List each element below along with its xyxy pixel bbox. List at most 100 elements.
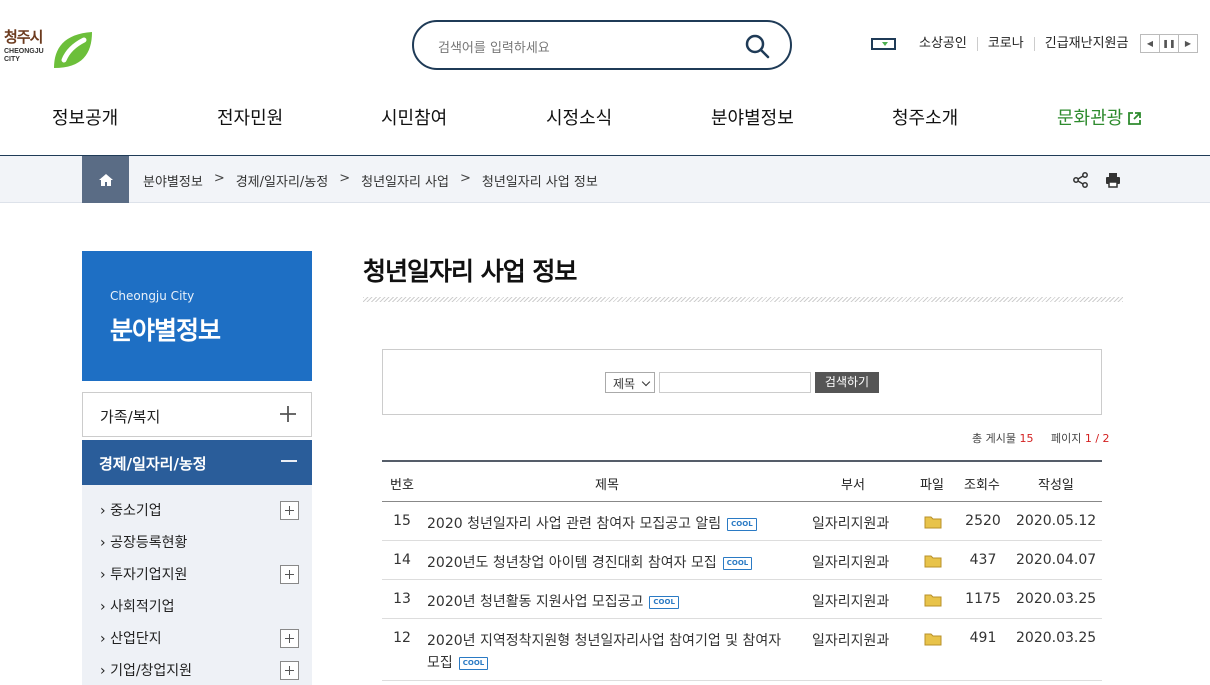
table-row: 13 2020년 청년활동 지원사업 모집공고 COOL 일자리지원과 1175 … [382, 580, 1102, 619]
external-link-icon [1128, 112, 1142, 125]
gnb-civil[interactable]: 전자민원 [217, 104, 283, 130]
post-count: 총 게시물 15 페이지 1 / 2 [972, 430, 1110, 446]
home-icon [98, 173, 113, 186]
city-logo[interactable]: 청주시 CHEONGJU CITY [4, 26, 104, 74]
quick-link-relief[interactable]: 긴급재난지원금 [1035, 37, 1139, 51]
page-title: 청년일자리 사업 정보 [363, 257, 577, 286]
expand-plus-icon[interactable] [280, 661, 299, 680]
table-row: 12 2020년 지역정착지원형 청년일자리사업 참여기업 및 참여자 모집 CO… [382, 619, 1102, 681]
expand-plus-icon[interactable] [280, 565, 299, 584]
plus-icon [280, 406, 296, 422]
board-search-button[interactable]: 검색하기 [815, 372, 879, 393]
row-date: 2020.05.12 [1016, 513, 1097, 529]
submenu-item[interactable]: › 산업단지 [100, 628, 162, 648]
row-title: 2020 청년일자리 사업 관련 참여자 모집공고 알림 [427, 516, 722, 532]
board-table: 번호 제목 부서 파일 조회수 작성일 15 2020 청년일자리 사업 관련 … [382, 460, 1102, 681]
page-label: 페이지 [1050, 432, 1082, 445]
row-dept: 일자리지원과 [812, 594, 890, 610]
cool-badge: COOL [722, 557, 753, 570]
row-date: 2020.03.25 [1016, 591, 1097, 607]
expand-plus-icon[interactable] [280, 629, 299, 648]
row-date: 2020.03.25 [1016, 630, 1097, 646]
search-field-select[interactable]: 제목 [605, 372, 655, 393]
print-icon[interactable] [1104, 171, 1122, 189]
gnb-field-info[interactable]: 분야별정보 [711, 104, 794, 130]
row-title-link[interactable]: 2020년 청년활동 지원사업 모집공고 COOL [427, 591, 797, 613]
side-menu-label: 가족/복지 [100, 408, 161, 426]
row-title: 2020년도 청년창업 아이템 경진대회 참여자 모집 [427, 555, 717, 571]
side-menu-family-welfare[interactable]: 가족/복지 [82, 392, 312, 437]
breadcrumb-separator: > [339, 171, 351, 186]
page-tools [1072, 171, 1122, 189]
col-views: 조회수 [964, 478, 1000, 493]
share-icon[interactable] [1072, 171, 1090, 189]
folder-icon[interactable] [924, 593, 942, 607]
submenu-label: 공장등록현황 [110, 535, 188, 551]
cool-badge: COOL [649, 596, 679, 609]
prev-icon[interactable]: ◀ [1140, 34, 1160, 53]
breadcrumb-item[interactable]: 청년일자리 사업 [361, 171, 449, 190]
breadcrumb-item[interactable]: 경제/일자리/농정 [236, 171, 328, 190]
side-menu-title-en: Cheongju City [110, 289, 195, 303]
table-header: 번호 제목 부서 파일 조회수 작성일 [382, 462, 1102, 502]
breadcrumb-separator: > [459, 171, 471, 186]
gnb-culture-label: 문화관광 [1057, 108, 1124, 129]
search-box[interactable]: 검색어를 입력하세요 [412, 20, 792, 70]
cool-badge: COOL [727, 518, 757, 531]
logo-text: 청주시 [4, 28, 43, 46]
submenu-item[interactable]: › 공장등록현황 [100, 532, 187, 552]
row-dept: 일자리지원과 [812, 633, 890, 649]
title-divider [363, 297, 1123, 302]
col-date: 작성일 [1038, 478, 1074, 493]
row-dept: 일자리지원과 [812, 555, 890, 571]
quick-links: 소상공인 코로나 긴급재난지원금 [871, 35, 1138, 53]
folder-icon[interactable] [924, 632, 942, 646]
gnb-participation[interactable]: 시민참여 [381, 104, 447, 130]
board-search-box: 제목 검색하기 [382, 349, 1102, 415]
col-dept: 부서 [841, 478, 865, 493]
side-menu-label: 경제/일자리/농정 [99, 455, 207, 473]
gnb-info[interactable]: 정보공개 [52, 104, 118, 130]
breadcrumb-item[interactable]: 분야별정보 [143, 171, 203, 190]
board-search-input[interactable] [659, 372, 811, 393]
row-title-link[interactable]: 2020 청년일자리 사업 관련 참여자 모집공고 알림 COOL [427, 513, 797, 535]
side-menu-economy[interactable]: 경제/일자리/농정 [82, 440, 312, 485]
total-label: 총 게시물 [972, 432, 1016, 445]
submenu-label: 중소기업 [110, 503, 162, 519]
submenu-item[interactable]: › 사회적기업 [100, 596, 174, 616]
side-menu-title: 분야별정보 [110, 316, 221, 345]
search-input[interactable]: 검색어를 입력하세요 [438, 37, 550, 56]
row-date: 2020.04.07 [1016, 552, 1097, 568]
next-icon[interactable]: ▶ [1178, 34, 1198, 53]
col-number: 번호 [390, 478, 414, 493]
breadcrumb: 분야별정보 > 경제/일자리/농정 > 청년일자리 사업 > 청년일자리 사업 정보 [143, 171, 598, 190]
quick-link-corona[interactable]: 코로나 [978, 37, 1035, 51]
gnb-news[interactable]: 시정소식 [546, 104, 612, 130]
row-title-link[interactable]: 2020년 지역정착지원형 청년일자리사업 참여기업 및 참여자 모집 COOL [427, 630, 797, 674]
row-title: 2020년 청년활동 지원사업 모집공고 [427, 594, 644, 610]
row-views: 491 [969, 630, 997, 646]
row-number: 15 [393, 513, 411, 529]
cool-badge: COOL [458, 657, 489, 670]
folder-icon[interactable] [924, 554, 942, 568]
row-views: 437 [969, 552, 997, 568]
home-button[interactable] [82, 156, 129, 203]
search-icon[interactable] [744, 33, 770, 59]
breadcrumb-item[interactable]: 청년일자리 사업 정보 [482, 171, 598, 190]
row-number: 12 [393, 630, 411, 646]
gnb-culture[interactable]: 문화관광 [1057, 104, 1142, 130]
submenu-label: 기업/창업지원 [110, 663, 193, 679]
gnb-about[interactable]: 청주소개 [892, 104, 958, 130]
submenu-item[interactable]: › 중소기업 [100, 500, 162, 520]
quick-link-icon [871, 38, 896, 50]
page-indicator: 1 / 2 [1084, 432, 1110, 445]
pause-icon[interactable]: ❚❚ [1159, 34, 1179, 53]
submenu-item[interactable]: › 기업/창업지원 [100, 660, 192, 680]
submenu-label: 산업단지 [110, 631, 162, 647]
row-dept: 일자리지원과 [812, 516, 890, 532]
expand-plus-icon[interactable] [280, 501, 299, 520]
quick-link-smallbiz[interactable]: 소상공인 [909, 37, 978, 51]
submenu-item[interactable]: › 투자기업지원 [100, 564, 187, 584]
folder-icon[interactable] [924, 515, 942, 529]
row-title-link[interactable]: 2020년도 청년창업 아이템 경진대회 참여자 모집 COOL [427, 552, 797, 574]
